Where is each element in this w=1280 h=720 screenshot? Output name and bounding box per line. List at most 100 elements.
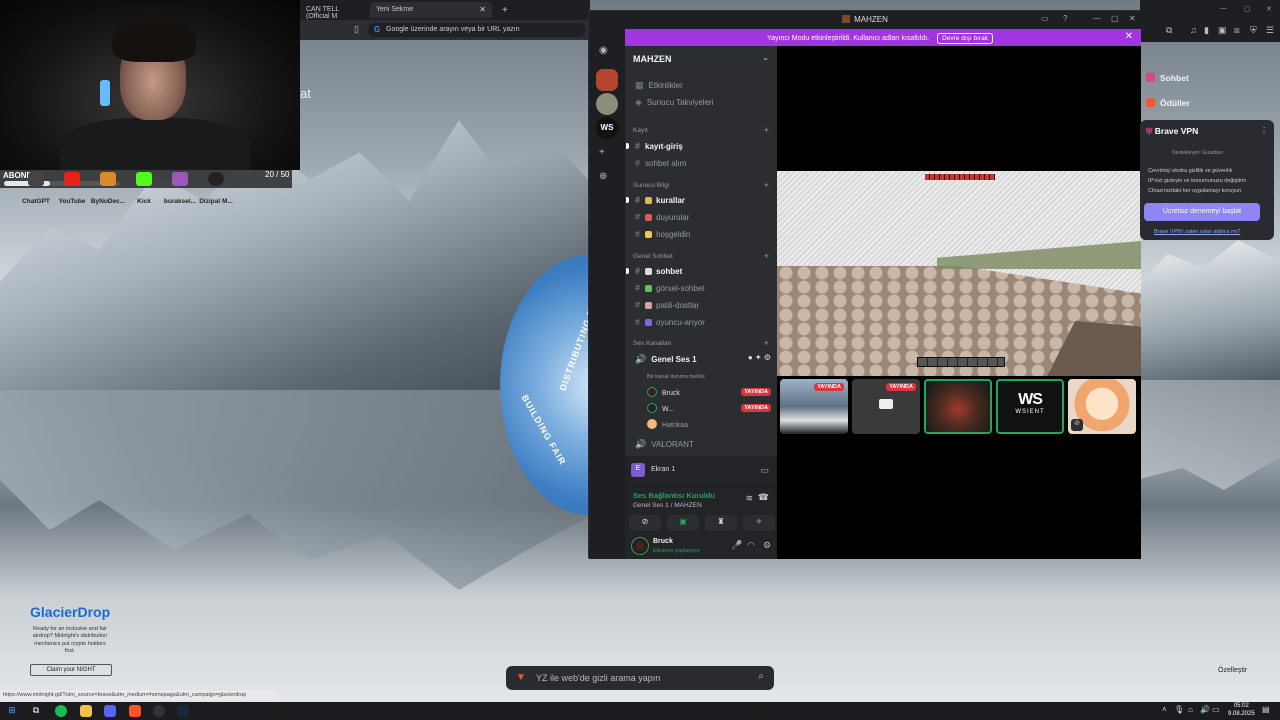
shield-icon[interactable]: ⛨ (1250, 25, 1257, 36)
help-icon[interactable]: ? (1063, 14, 1067, 23)
voice-channel-genel-ses[interactable]: 🔊 Genel Ses 1 (635, 354, 697, 365)
chevron-down-icon[interactable]: ⌄ (762, 53, 769, 62)
close-window-icon[interactable]: ✕ (1129, 14, 1136, 23)
start-free-trial-button[interactable]: Ücretsiz denemeyi başlat (1144, 203, 1260, 221)
tab-new-tab[interactable]: Yeni Sekme ✕ (370, 2, 492, 18)
windows-start-icon[interactable]: ⊞ (6, 705, 18, 717)
participant-tile-hatrikaa[interactable]: ⊘ (1068, 379, 1136, 434)
voice-connected-status[interactable]: Ses Bağlantısı Kuruldu (633, 491, 715, 500)
dizipal-icon[interactable] (208, 172, 224, 186)
steam-icon[interactable] (177, 705, 189, 717)
maximize-icon[interactable]: ▢ (1111, 14, 1119, 23)
sohbet-item[interactable]: Sohbet (1146, 73, 1189, 83)
voice-channel-valorant[interactable]: 🔊 VALORANT (635, 439, 694, 450)
voice-user-bruck[interactable]: Bruck (647, 387, 680, 397)
add-channel-icon[interactable]: + (764, 125, 769, 135)
bookmark-icon[interactable]: ▯ (354, 24, 359, 35)
stream-preview-bar[interactable]: E Ekran 1 ▭ (625, 456, 777, 486)
channel-sohbet[interactable]: # sohbet (635, 266, 682, 276)
file-explorer-icon[interactable] (80, 705, 92, 717)
soundboard-button[interactable]: ✧ (743, 515, 775, 531)
voice-user-hatrikaa[interactable]: Hatrikaa (647, 419, 688, 429)
customize-button[interactable]: Özelleştir (1218, 667, 1247, 674)
screen-share-icon[interactable]: ▭ (760, 465, 769, 476)
server-name[interactable]: MAHZEN (633, 54, 672, 64)
channel-sohbet-alim[interactable]: # sohbet alım (635, 158, 686, 168)
bynodec-icon[interactable] (100, 172, 116, 186)
close-tab-icon[interactable]: ✕ (479, 5, 486, 14)
kick-icon[interactable] (136, 172, 152, 186)
noise-suppression-icon[interactable]: ≋ (745, 493, 753, 504)
settings-gear-icon[interactable]: ⚙ (763, 540, 771, 551)
address-bar[interactable]: G Google üzerinde arayın veya bir URL ya… (368, 23, 586, 37)
minimize-icon[interactable]: — (1220, 5, 1227, 12)
voice-channel-actions[interactable]: ● ✦ ⚙ (748, 353, 771, 362)
disable-streamer-mode-button[interactable]: Devre dışı bırak (937, 33, 993, 44)
battery-icon[interactable]: ▭ (1212, 705, 1220, 714)
oduller-item[interactable]: Ödüller (1146, 98, 1190, 108)
discord-home-icon[interactable]: ◉ (599, 45, 608, 56)
server-2[interactable] (596, 93, 618, 115)
inbox-icon[interactable]: ▭ (1041, 14, 1049, 23)
maximize-icon[interactable]: ▢ (1244, 5, 1251, 13)
minimize-icon[interactable]: — (1093, 14, 1101, 23)
user-name[interactable]: Bruck (653, 538, 673, 545)
category-ses-kanallari[interactable]: Ses Kanalları (633, 340, 672, 347)
wallet-icon[interactable]: ▣ (1218, 25, 1227, 36)
buraksel-icon[interactable] (172, 172, 188, 186)
sidebar-icon[interactable]: ▮ (1204, 25, 1209, 36)
claim-night-button[interactable]: Claim your NIGHT (30, 663, 112, 676)
server-mahzen[interactable] (596, 69, 618, 91)
add-channel-icon[interactable]: + (764, 251, 769, 261)
stream-thumbnail-1[interactable]: YAYINDA (780, 379, 848, 434)
minecraft-stream[interactable] (777, 171, 1141, 376)
task-view-icon[interactable]: ⧉ (30, 705, 42, 717)
stream-thumbnail-2[interactable]: YAYINDA (852, 379, 920, 434)
voice-channel-status[interactable]: Bir kanal durumu belirle (647, 374, 705, 380)
channel-patili-dostlar[interactable]: # patili-dostlar (635, 300, 699, 310)
private-search-input[interactable]: ▼ YZ ile web'de gizli arama yapın ⌕ (506, 666, 774, 690)
new-tab-button[interactable]: + (496, 1, 514, 17)
channel-hosgeldin[interactable]: # hoşgeldin (635, 229, 690, 239)
channel-oyuncu-ariyor[interactable]: # oyuncu-arıyor (635, 317, 705, 327)
disconnect-icon[interactable]: ☎ (758, 492, 769, 503)
participant-tile-bruck[interactable] (924, 379, 992, 434)
category-kayit[interactable]: Kayıt (633, 127, 648, 134)
channel-gorsel-sohbet[interactable]: # görsel-sohbet (635, 283, 705, 293)
channel-duyurular[interactable]: # duyurular (635, 212, 689, 222)
obs-icon[interactable] (153, 705, 165, 717)
close-window-icon[interactable]: ✕ (1266, 5, 1272, 13)
clock[interactable]: 05:02 9.08.2025 (1228, 703, 1255, 718)
already-purchased-link[interactable]: Brave VPN'i zaten satın aldınız mı? (1154, 229, 1240, 235)
share-screen-button[interactable]: ▣ (667, 515, 699, 531)
brave-taskbar-icon[interactable] (129, 705, 141, 717)
voice-user-w[interactable]: W... (647, 403, 674, 413)
participant-tile-wsient[interactable]: WS WSIENT (996, 379, 1064, 434)
chevron-up-icon[interactable]: ˄ (1162, 705, 1167, 714)
category-genel-sohbet[interactable]: Genel Sohbet (633, 253, 673, 260)
boosts-item[interactable]: ◈ Sunucu Takviyeleri (635, 97, 713, 108)
more-options-icon[interactable]: ⋮ (1260, 126, 1268, 135)
headphones-icon[interactable]: ◠ (747, 540, 755, 551)
search-icon[interactable]: ⌕ (758, 671, 764, 682)
microphone-icon[interactable]: 🎤 (731, 540, 742, 551)
music-icon[interactable]: ♫ (1190, 25, 1197, 35)
events-item[interactable]: ▦ Etkinlikler (635, 80, 683, 91)
spotify-icon[interactable] (55, 705, 67, 717)
extensions-icon[interactable]: ⧈ (1234, 25, 1240, 36)
server-wsient[interactable]: WS (596, 117, 618, 139)
chatgpt-icon[interactable] (28, 172, 44, 186)
add-channel-icon[interactable]: + (764, 338, 769, 348)
channel-kurallar[interactable]: # kurallar (635, 195, 685, 205)
discover-icon[interactable]: ⊕ (599, 171, 607, 182)
microphone-icon[interactable]: 🎙 (1174, 705, 1184, 714)
user-avatar[interactable] (631, 537, 649, 555)
category-sunucu-bilgi[interactable]: Sunucu Bilgi (633, 182, 669, 189)
close-banner-icon[interactable]: ✕ (1125, 31, 1133, 42)
network-icon[interactable]: ⌂ (1188, 705, 1193, 714)
youtube-icon[interactable] (64, 172, 80, 186)
notifications-icon[interactable]: ▤ (1262, 705, 1270, 714)
activity-button[interactable]: ♜ (705, 515, 737, 531)
discord-taskbar-icon[interactable] (104, 705, 116, 717)
screenshot-icon[interactable]: ⧉ (1166, 25, 1172, 36)
